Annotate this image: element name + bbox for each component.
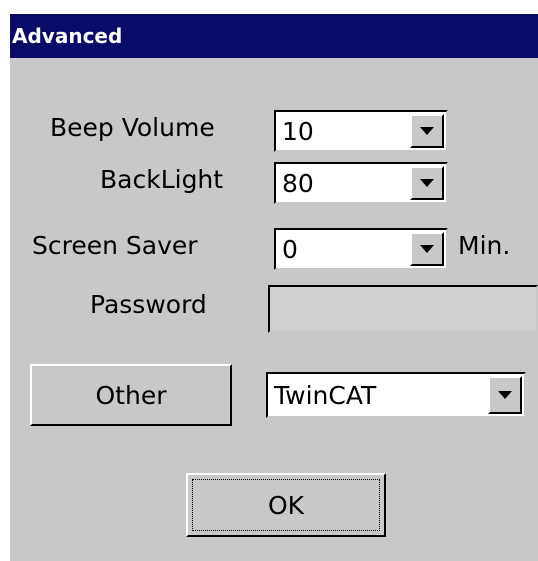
ok-button[interactable]: OK: [186, 473, 386, 537]
other-select-value: TwinCAT: [274, 380, 377, 410]
screen-saver-select[interactable]: 0: [274, 228, 448, 270]
other-button[interactable]: Other: [30, 364, 232, 426]
dialog-title: Advanced: [12, 24, 123, 48]
advanced-dialog: Advanced Beep Volume 10 BackLight 80 Scr…: [10, 14, 538, 561]
chevron-down-icon: [420, 127, 434, 135]
beep-volume-label: Beep Volume: [50, 113, 215, 142]
screen-saver-dropdown-button[interactable]: [410, 232, 444, 266]
backlight-value: 80: [282, 168, 314, 198]
screen-saver-label: Screen Saver: [32, 231, 198, 260]
chevron-down-icon: [420, 179, 434, 187]
beep-volume-select[interactable]: 10: [274, 110, 448, 152]
other-dropdown-button[interactable]: [488, 376, 522, 414]
beep-volume-value: 10: [282, 116, 314, 146]
password-label: Password: [90, 290, 207, 319]
other-select[interactable]: TwinCAT: [266, 372, 526, 418]
backlight-label: BackLight: [100, 165, 224, 194]
backlight-dropdown-button[interactable]: [410, 166, 444, 200]
screen-saver-value: 0: [282, 234, 298, 264]
beep-volume-dropdown-button[interactable]: [410, 114, 444, 148]
password-field[interactable]: [268, 285, 538, 333]
chevron-down-icon: [420, 245, 434, 253]
focus-rect: [192, 479, 380, 531]
title-bar: Advanced: [10, 14, 538, 58]
backlight-select[interactable]: 80: [274, 162, 448, 204]
chevron-down-icon: [498, 391, 512, 399]
screen-saver-unit: Min.: [458, 231, 511, 260]
